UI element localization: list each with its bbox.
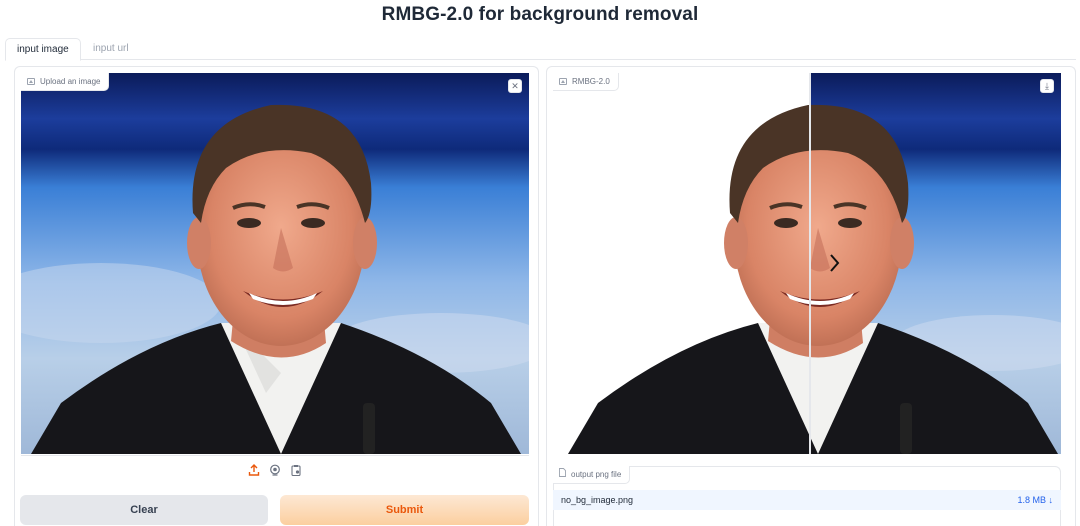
file-row[interactable]: no_bg_image.png 1.8 MB ↓	[553, 490, 1061, 510]
output-image-slider[interactable]	[553, 73, 1061, 454]
page-title: RMBG-2.0 for background removal	[381, 4, 699, 25]
file-icon	[559, 466, 566, 484]
clipboard-icon[interactable]	[290, 464, 302, 476]
file-label-chip: output png file	[553, 466, 631, 484]
image-icon	[27, 78, 35, 85]
download-icon[interactable]: ⤓	[1040, 79, 1054, 93]
tab-input-image[interactable]: input image	[5, 38, 81, 61]
tab-bar: input image input url	[5, 38, 1076, 61]
file-size-link[interactable]: 1.8 MB ↓	[1017, 495, 1053, 505]
file-size: 1.8 MB	[1017, 495, 1046, 505]
source-toolbar	[21, 455, 529, 484]
file-label: output png file	[571, 469, 622, 479]
submit-button[interactable]: Submit	[280, 495, 529, 525]
download-arrow-icon: ↓	[1048, 495, 1054, 505]
clear-button[interactable]: Clear	[20, 495, 268, 525]
input-image[interactable]	[21, 73, 529, 454]
webcam-icon[interactable]	[269, 464, 281, 476]
output-label: RMBG-2.0	[572, 76, 610, 86]
comparison-photo	[553, 73, 1061, 454]
tab-input-url[interactable]: input url	[82, 38, 140, 61]
portrait-photo	[21, 73, 529, 454]
image-icon	[559, 78, 567, 85]
output-label-chip: RMBG-2.0	[553, 73, 619, 91]
upload-icon[interactable]	[248, 464, 260, 476]
input-label-chip: Upload an image	[21, 73, 110, 91]
input-label: Upload an image	[40, 76, 101, 86]
close-icon[interactable]: ✕	[508, 79, 522, 93]
file-name[interactable]: no_bg_image.png	[561, 495, 633, 505]
